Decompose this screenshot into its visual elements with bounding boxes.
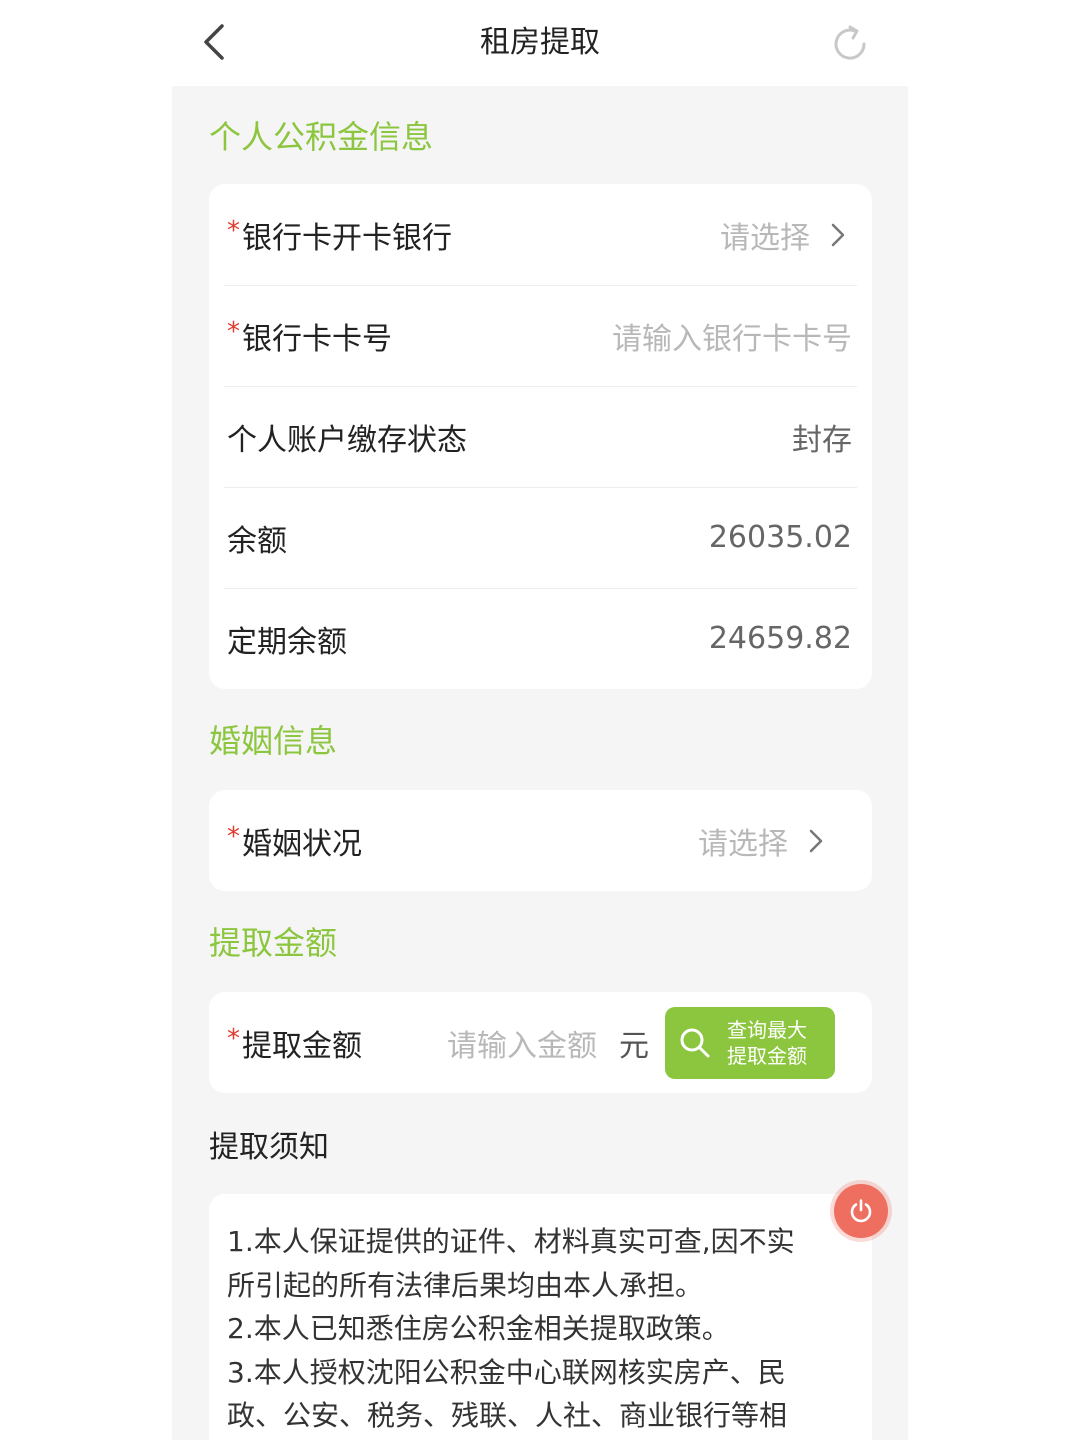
back-button[interactable] <box>196 22 232 62</box>
notice-line: 3.本人授权沈阳公积金中心联网核实房产、民 <box>227 1355 786 1389</box>
amount-row: * 提取金额 请输入金额 元 查询最大 提取金额 <box>209 992 872 1093</box>
required-mark: * <box>227 1023 240 1054</box>
card-number-row[interactable]: * 银行卡卡号 请输入银行卡卡号 <box>209 285 872 386</box>
card-number-input[interactable]: 请输入银行卡卡号 <box>612 314 852 358</box>
required-mark: * <box>227 316 240 347</box>
balance-value: 26035.02 <box>708 520 852 555</box>
power-icon <box>850 1199 872 1223</box>
chevron-right-icon <box>809 829 823 852</box>
nav-bar: 租房提取 <box>0 0 1080 86</box>
bank-select-row[interactable]: * 银行卡开卡银行 请选择 <box>209 184 872 285</box>
amount-label: 提取金额 <box>242 1028 362 1064</box>
chevron-right-icon <box>831 223 845 246</box>
query-button-label: 查询最大 提取金额 <box>727 1017 807 1069</box>
search-icon <box>680 1028 710 1058</box>
notice-line: 所引起的所有法律后果均由本人承担。 <box>227 1268 704 1302</box>
required-mark: * <box>227 215 240 246</box>
amount-unit: 元 <box>619 1028 649 1064</box>
notice-text: 1.本人保证提供的证件、材料真实可查,因不实 所引起的所有法律后果均由本人承担。… <box>209 1194 872 1438</box>
notice-line: 政、公安、税务、残联、人社、商业银行等相 <box>227 1399 788 1432</box>
query-label-line1: 查询最大 <box>727 1018 807 1042</box>
page-title: 租房提取 <box>480 25 600 60</box>
account-status-row: 个人账户缴存状态 封存 <box>209 386 872 487</box>
query-max-amount-button[interactable]: 查询最大 提取金额 <box>665 1007 835 1079</box>
marriage-select-row[interactable]: * 婚姻状况 请选择 <box>209 790 872 891</box>
balance-label: 余额 <box>227 523 287 559</box>
fixed-balance-row: 定期余额 24659.82 <box>209 588 872 689</box>
account-status-label: 个人账户缴存状态 <box>227 422 467 458</box>
bank-placeholder: 请选择 <box>720 220 810 256</box>
personal-info-card: * 银行卡开卡银行 请选择 * 银行卡卡号 请输入银行卡卡号 个人账户缴存状态 … <box>209 184 872 689</box>
section-title-personal: 个人公积金信息 <box>209 118 434 156</box>
refresh-button[interactable] <box>828 22 872 66</box>
amount-input[interactable]: 请输入金额 <box>447 1021 597 1065</box>
amount-card: * 提取金额 请输入金额 元 查询最大 提取金额 <box>209 992 872 1093</box>
required-mark: * <box>227 821 240 852</box>
section-title-amount: 提取金额 <box>209 924 338 962</box>
balance-row: 余额 26035.02 <box>209 487 872 588</box>
fixed-balance-value: 24659.82 <box>708 621 852 656</box>
refresh-icon <box>834 25 866 60</box>
account-status-value: 封存 <box>792 422 852 458</box>
section-title-marriage: 婚姻信息 <box>209 722 338 760</box>
section-title-notice: 提取须知 <box>209 1130 329 1165</box>
floating-power-button[interactable] <box>834 1184 888 1238</box>
chevron-left-icon <box>204 24 224 60</box>
fixed-balance-label: 定期余额 <box>227 624 347 660</box>
notice-card: 1.本人保证提供的证件、材料真实可查,因不实 所引起的所有法律后果均由本人承担。… <box>209 1194 872 1454</box>
marriage-label: 婚姻状况 <box>242 826 362 862</box>
notice-line: 1.本人保证提供的证件、材料真实可查,因不实 <box>227 1225 795 1258</box>
marriage-card: * 婚姻状况 请选择 <box>209 790 872 891</box>
card-number-label: 银行卡卡号 <box>242 321 392 357</box>
notice-line: 2.本人已知悉住房公积金相关提取政策。 <box>227 1312 730 1345</box>
marriage-placeholder: 请选择 <box>698 826 788 862</box>
query-label-line2: 提取金额 <box>727 1044 807 1068</box>
bank-label: 银行卡开卡银行 <box>242 220 452 256</box>
form-container: 个人公积金信息 * 银行卡开卡银行 请选择 * 银行卡卡号 请输入银行卡卡号 个… <box>172 86 908 1454</box>
